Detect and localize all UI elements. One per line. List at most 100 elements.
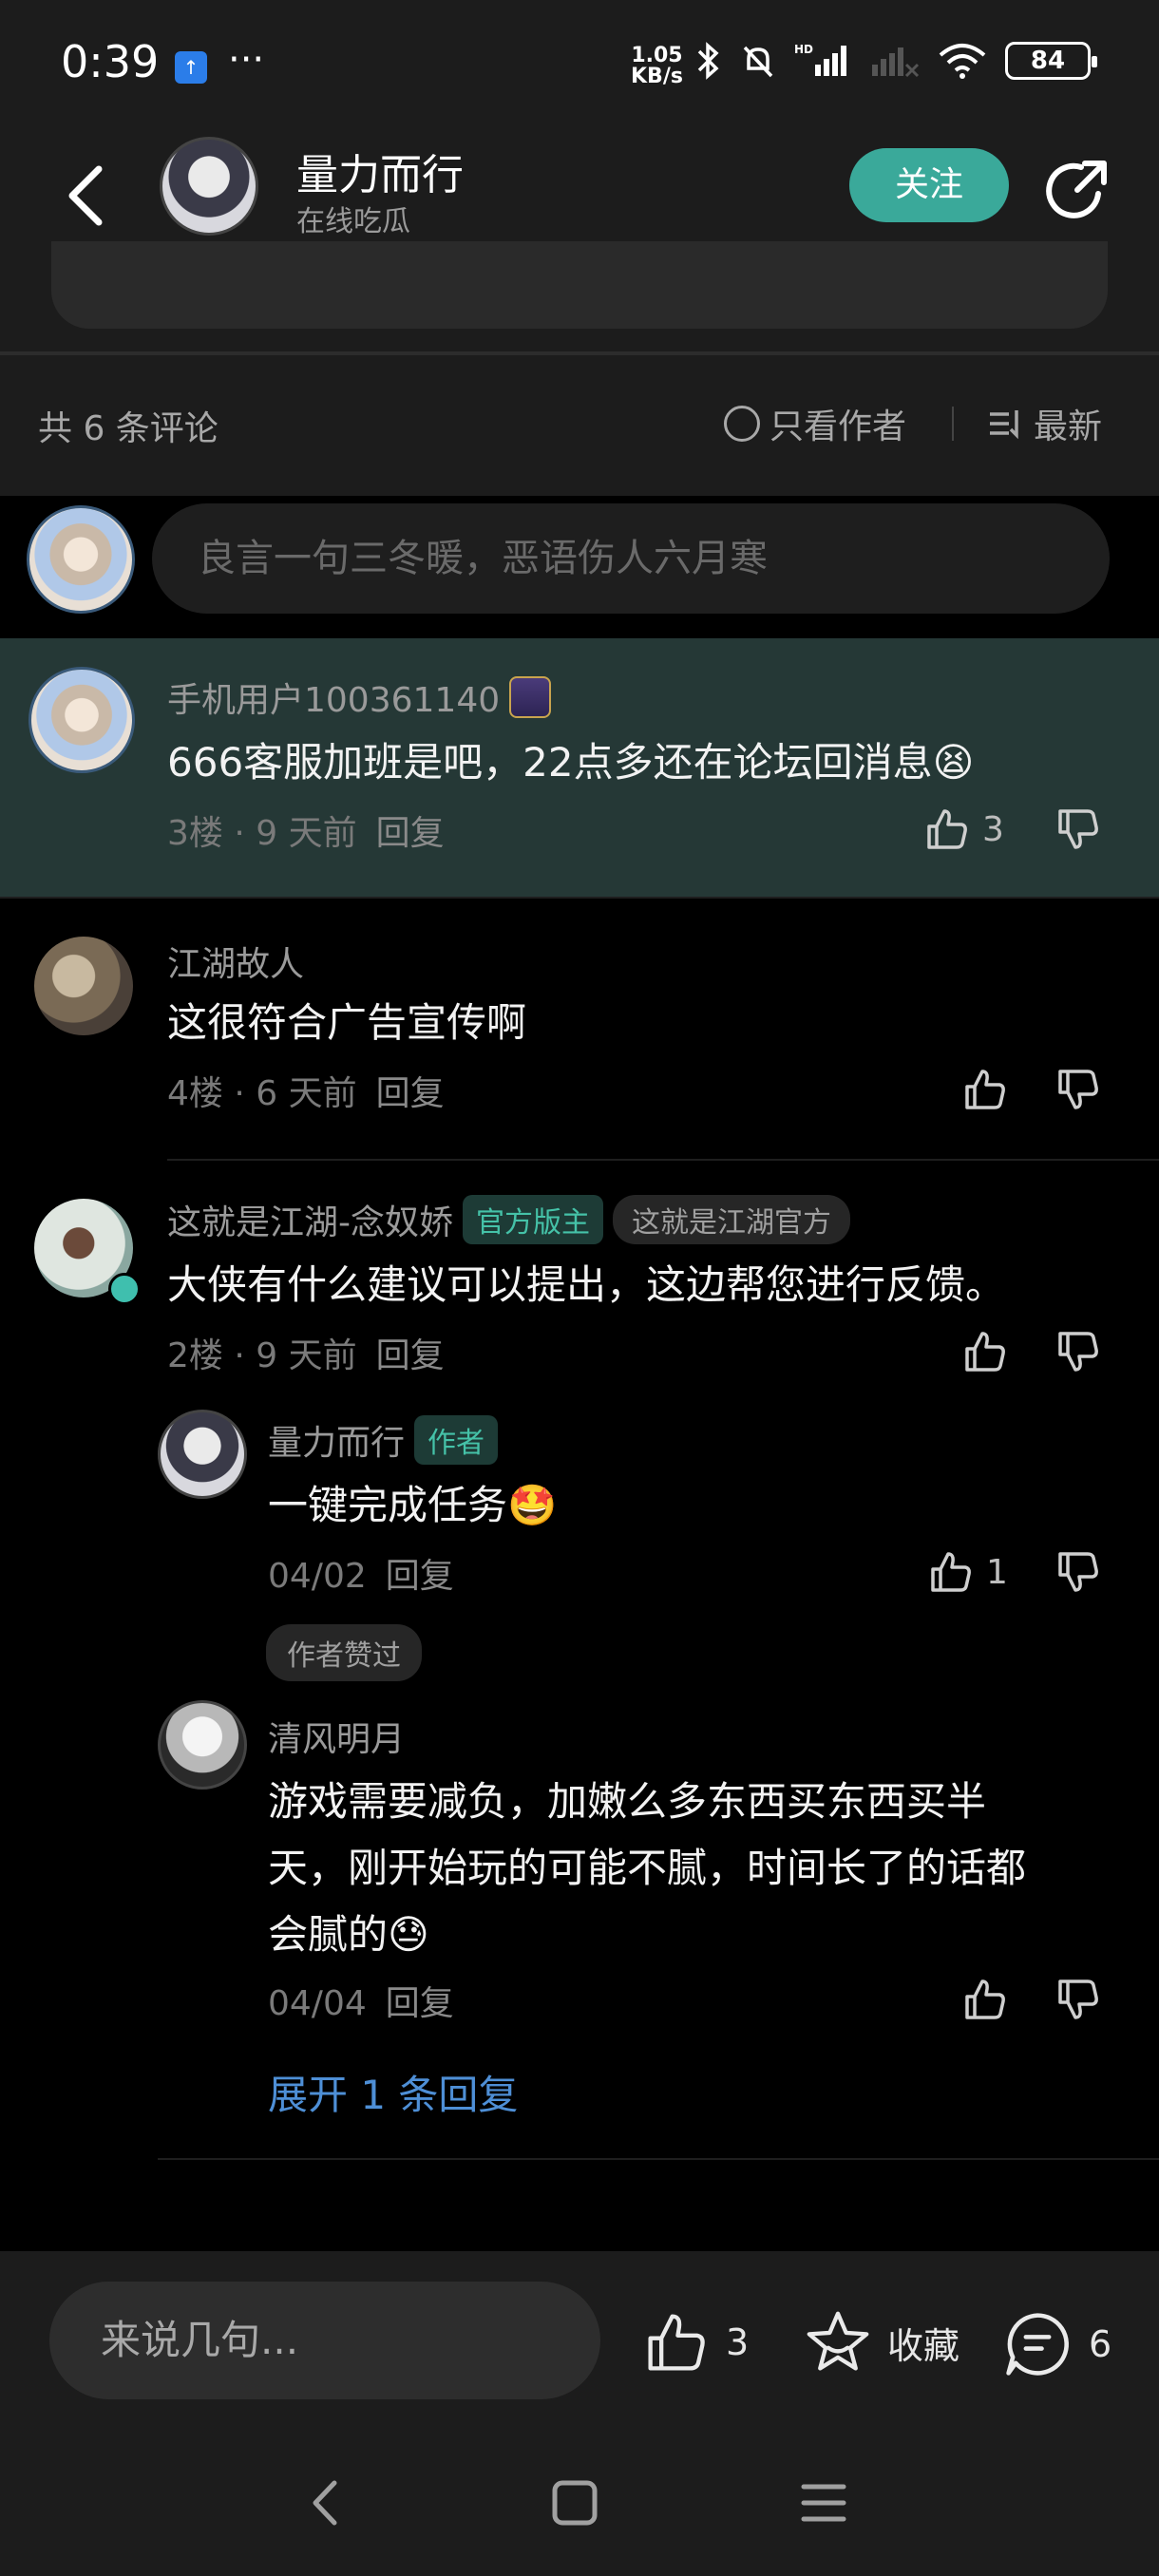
user-name-row: 手机用户100361140 bbox=[167, 672, 552, 722]
nav-menu-icon bbox=[801, 2484, 846, 2522]
only-author-toggle[interactable]: 只看作者 bbox=[724, 399, 906, 448]
nav-recents-button[interactable] bbox=[790, 2470, 857, 2536]
reply-button[interactable]: 回复 bbox=[386, 1984, 454, 2023]
reply-text: 游戏需要减负，加嫩么多东西买东西买半 天，刚开始玩的可能不腻，时间长了的话都 会… bbox=[268, 1778, 1027, 1958]
like-button[interactable] bbox=[961, 1976, 1009, 2023]
bottom-action-bar: 来说几句... 3 收藏 6 bbox=[0, 2251, 1159, 2422]
reply-text: 一键完成任务🤩 bbox=[268, 1482, 558, 1528]
back-button[interactable] bbox=[57, 158, 114, 234]
nav-home-icon bbox=[552, 2480, 598, 2526]
author-name[interactable]: 量力而行 bbox=[296, 141, 464, 201]
nav-back-icon bbox=[313, 2480, 337, 2526]
share-button[interactable] bbox=[1043, 156, 1112, 224]
thumbs-down-icon bbox=[1058, 1979, 1098, 2019]
comments-count: 共 6 条评论 bbox=[38, 409, 218, 448]
mute-bell-icon bbox=[739, 42, 777, 80]
expand-replies-link[interactable]: 展开 1 条回复 bbox=[268, 2063, 518, 2121]
dislike-button[interactable] bbox=[1054, 1066, 1102, 1113]
like-button[interactable]: 1 bbox=[927, 1548, 1008, 1596]
notification-app-icon: ↑ bbox=[175, 51, 207, 84]
comment-meta: 2楼 · 9 天前 回复 bbox=[167, 1336, 445, 1375]
bluetooth-icon bbox=[694, 42, 722, 80]
linked-card[interactable] bbox=[51, 241, 1108, 329]
status-icons: HD 84 bbox=[694, 42, 1097, 80]
user-name[interactable]: 江湖故人 bbox=[167, 937, 304, 986]
dislike-button[interactable] bbox=[1054, 805, 1102, 853]
verified-badge-icon bbox=[108, 1273, 141, 1305]
comment-meta: 3楼 · 9 天前 回复 bbox=[167, 814, 445, 853]
nav-back-button[interactable] bbox=[293, 2470, 359, 2536]
comments-count-badge: 6 bbox=[1089, 2323, 1112, 2365]
comment-text: 大侠有什么建议可以提出，这边帮您进行反馈。 bbox=[167, 1261, 1006, 1308]
comment-item[interactable]: 手机用户100361140 666客服加班是吧，22点多还在论坛回消息😫 3楼 … bbox=[0, 638, 1159, 897]
thumbs-down-icon bbox=[1058, 1552, 1098, 1592]
user-name[interactable]: 清风明月 bbox=[268, 1712, 405, 1761]
my-avatar bbox=[27, 505, 135, 614]
divider bbox=[158, 2158, 1159, 2160]
favorite-button[interactable]: 收藏 bbox=[804, 2308, 960, 2377]
dislike-button[interactable] bbox=[1054, 1328, 1102, 1375]
reply-button[interactable]: 回复 bbox=[376, 814, 445, 853]
more-notifications-icon: ··· bbox=[228, 38, 265, 82]
post-like-count: 3 bbox=[726, 2321, 750, 2363]
level-badge-icon bbox=[509, 676, 552, 718]
battery-indicator: 84 bbox=[1005, 42, 1097, 80]
comment-text: 666客服加班是吧，22点多还在论坛回消息😫 bbox=[167, 739, 975, 786]
reply-meta: 04/04 回复 bbox=[268, 1984, 454, 2023]
status-bar: 0:39 ↑ ··· 1.05 KB/s HD 84 bbox=[0, 0, 1159, 133]
signal-2-icon bbox=[868, 42, 920, 80]
comment-input[interactable]: 良言一句三冬暖，恶语伤人六月寒 bbox=[152, 503, 1110, 614]
sort-label: 最新 bbox=[1034, 407, 1103, 446]
like-button[interactable]: 3 bbox=[923, 805, 1004, 853]
svg-text:HD: HD bbox=[794, 43, 813, 56]
user-avatar[interactable] bbox=[28, 667, 135, 773]
like-count: 1 bbox=[986, 1552, 1008, 1592]
official-tag: 这就是江湖官方 bbox=[613, 1195, 850, 1244]
reply-button[interactable]: 回复 bbox=[386, 1557, 454, 1596]
like-button[interactable] bbox=[961, 1328, 1009, 1375]
thumbs-down-icon bbox=[1058, 1332, 1098, 1372]
only-author-label: 只看作者 bbox=[770, 407, 907, 446]
follow-button[interactable]: 关注 bbox=[849, 148, 1009, 222]
author-avatar[interactable] bbox=[160, 137, 258, 236]
comment-text: 这很符合广告宣传啊 bbox=[167, 999, 527, 1046]
reply-button[interactable]: 回复 bbox=[376, 1074, 445, 1113]
thumbs-up-icon bbox=[965, 1332, 1005, 1372]
user-name[interactable]: 手机用户100361140 bbox=[167, 672, 500, 722]
star-icon bbox=[807, 2311, 869, 2371]
bottom-comment-input[interactable]: 来说几句... bbox=[49, 2282, 600, 2399]
thumbs-up-icon bbox=[648, 2314, 705, 2371]
moderator-tag: 官方版主 bbox=[463, 1195, 603, 1244]
user-name-row: 量力而行 作者 bbox=[268, 1415, 499, 1465]
radio-icon bbox=[724, 406, 760, 442]
comment-bubble-icon bbox=[1006, 2313, 1069, 2376]
user-avatar[interactable] bbox=[158, 1700, 247, 1790]
chevron-left-icon bbox=[68, 165, 103, 226]
like-button[interactable] bbox=[961, 1066, 1009, 1113]
comment-item[interactable]: 江湖故人 这很符合广告宣传啊 4楼 · 6 天前 回复 bbox=[0, 899, 1159, 1155]
reply-meta: 04/02 回复 bbox=[268, 1557, 454, 1596]
user-avatar[interactable] bbox=[158, 1410, 247, 1499]
reply-item[interactable]: 清风明月 游戏需要减负，加嫩么多东西买东西买半 天，刚开始玩的可能不腻，时间长了… bbox=[0, 1689, 1159, 2069]
comment-input-row: 良言一句三冬暖，恶语伤人六月寒 bbox=[0, 496, 1159, 638]
nav-home-button[interactable] bbox=[542, 2470, 608, 2536]
thumbs-up-icon bbox=[965, 1979, 1005, 2019]
post-content-area bbox=[0, 241, 1159, 351]
thumbs-down-icon bbox=[1058, 809, 1098, 849]
post-like-button[interactable]: 3 bbox=[642, 2308, 749, 2377]
user-name[interactable]: 量力而行 bbox=[268, 1415, 405, 1465]
user-avatar[interactable] bbox=[34, 937, 133, 1035]
dislike-button[interactable] bbox=[1054, 1548, 1102, 1596]
author-subtitle: 在线吃瓜 bbox=[296, 205, 410, 238]
system-nav-bar bbox=[0, 2422, 1159, 2576]
comments-button[interactable]: 6 bbox=[1001, 2308, 1112, 2380]
favorite-label: 收藏 bbox=[887, 2324, 960, 2367]
wifi-icon bbox=[937, 42, 988, 80]
share-icon bbox=[1046, 161, 1107, 218]
sort-icon bbox=[990, 410, 1018, 440]
reply-button[interactable]: 回复 bbox=[376, 1336, 445, 1375]
sort-button[interactable]: 最新 bbox=[986, 399, 1102, 448]
user-name[interactable]: 这就是江湖-念奴娇 bbox=[167, 1195, 453, 1244]
dislike-button[interactable] bbox=[1054, 1976, 1102, 2023]
user-name-row: 这就是江湖-念奴娇 官方版主 这就是江湖官方 bbox=[167, 1195, 850, 1244]
